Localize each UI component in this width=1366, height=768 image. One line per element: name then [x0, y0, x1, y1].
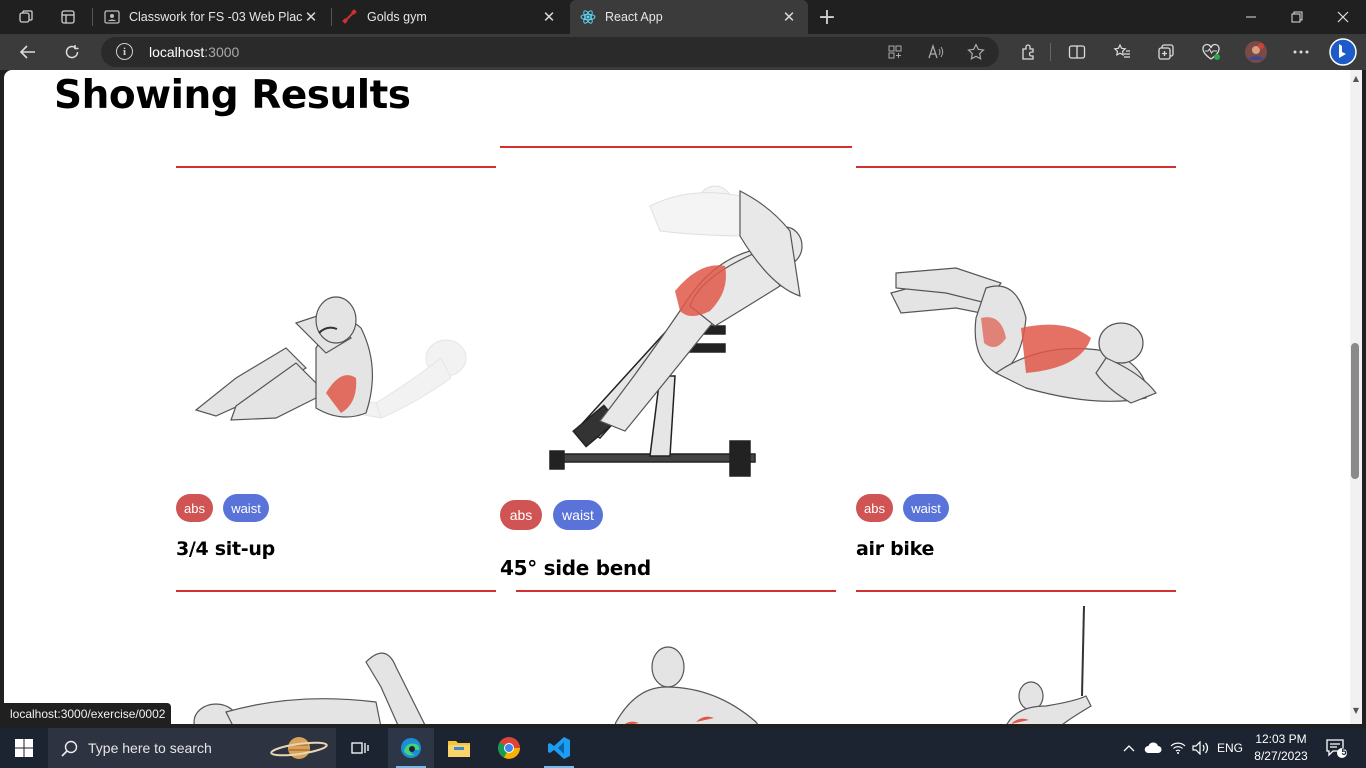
close-tab-icon[interactable]: ✕: [780, 8, 798, 26]
vertical-scrollbar[interactable]: ▲ ▼: [1350, 70, 1362, 724]
close-window-icon[interactable]: [1320, 0, 1366, 34]
browser-essentials-icon[interactable]: [1196, 34, 1226, 70]
url-host: localhost: [149, 44, 205, 60]
scroll-down-icon[interactable]: ▼: [1350, 706, 1362, 715]
favorite-star-icon[interactable]: [967, 37, 985, 67]
page-content: Showing Results abs waist 3/4 sit-up abs…: [4, 70, 1350, 724]
clock-time: 12:03 PM: [1255, 732, 1307, 746]
exercise-image: [194, 296, 467, 421]
onedrive-cloud-icon[interactable]: [1142, 728, 1164, 768]
close-tab-icon[interactable]: ✕: [540, 8, 558, 26]
tag-pill[interactable]: abs: [176, 494, 213, 522]
exercise-name: 45° side bend: [500, 556, 651, 580]
url-port: :3000: [204, 44, 240, 60]
tab-title: Golds gym: [367, 10, 427, 24]
close-tab-icon[interactable]: ✕: [302, 8, 320, 26]
taskbar-chrome-icon[interactable]: [486, 728, 532, 768]
site-info-icon[interactable]: i: [116, 43, 133, 60]
taskbar-file-explorer-icon[interactable]: [436, 728, 482, 768]
exercise-card[interactable]: [856, 590, 1176, 724]
exercise-image: [193, 652, 426, 724]
wifi-icon[interactable]: [1168, 728, 1188, 768]
read-aloud-icon[interactable]: [927, 37, 945, 67]
favorites-icon[interactable]: [1107, 34, 1137, 70]
tag-pill[interactable]: abs: [856, 494, 893, 522]
tab-actions-icon[interactable]: [54, 0, 82, 34]
search-placeholder: Type here to search: [88, 740, 212, 756]
tab-title: Classwork for FS -03 Web Placem: [129, 10, 302, 24]
minimize-icon[interactable]: [1228, 0, 1274, 34]
exercise-card[interactable]: [176, 590, 496, 724]
tab-golds-gym[interactable]: Golds gym ✕: [332, 0, 568, 34]
taskbar-vscode-icon[interactable]: [536, 728, 582, 768]
page-title: Showing Results: [54, 73, 411, 118]
url-text: localhost:3000: [149, 44, 239, 60]
exercise-card[interactable]: [516, 590, 836, 724]
refresh-icon[interactable]: [58, 34, 86, 70]
tag-pill[interactable]: waist: [903, 494, 949, 522]
windows-taskbar: Type here to search ENG 12:03 PM 8/27/20…: [0, 728, 1366, 768]
tab-separator: [92, 8, 93, 26]
profile-avatar[interactable]: [1241, 34, 1271, 70]
exercise-card[interactable]: abs waist 3/4 sit-up: [176, 166, 496, 592]
search-icon: [61, 740, 78, 757]
exercise-image: [549, 185, 803, 477]
back-icon[interactable]: [14, 34, 42, 70]
react-logo-icon: [580, 9, 596, 25]
bing-copilot-icon[interactable]: [1326, 34, 1360, 70]
browser-tab-bar: Classwork for FS -03 Web Placem ✕ Golds …: [0, 0, 1366, 34]
dumbbell-icon: [342, 9, 358, 25]
taskbar-search-box[interactable]: Type here to search: [48, 728, 336, 768]
tag-pill[interactable]: abs: [500, 500, 542, 530]
exercise-card[interactable]: abs waist air bike: [856, 166, 1176, 592]
notification-center-icon[interactable]: 5: [1322, 728, 1350, 768]
tab-react-app[interactable]: React App ✕: [570, 0, 808, 34]
windows-start-icon[interactable]: [0, 728, 48, 768]
tab-classwork[interactable]: Classwork for FS -03 Web Placem ✕: [94, 0, 330, 34]
toolbar-separator: [1050, 43, 1051, 61]
new-tab-button[interactable]: +: [814, 0, 840, 34]
taskbar-edge-icon[interactable]: [388, 728, 434, 768]
extensions-icon[interactable]: [1014, 34, 1044, 70]
link-status-url: localhost:3000/exercise/0002: [4, 703, 172, 724]
app-available-icon[interactable]: [887, 37, 903, 67]
volume-icon[interactable]: [1190, 728, 1212, 768]
browser-toolbar: i localhost:3000: [0, 34, 1366, 70]
collections-icon[interactable]: [1151, 34, 1181, 70]
taskbar-clock[interactable]: 12:03 PM 8/27/2023: [1238, 731, 1324, 765]
exercise-name: air bike: [856, 538, 935, 560]
exercise-image: [890, 267, 1157, 404]
classroom-icon: [104, 9, 120, 25]
saturn-highlight-icon: [270, 737, 328, 759]
address-bar[interactable]: i localhost:3000: [101, 37, 999, 67]
exercise-image: [1006, 606, 1092, 724]
exercise-name: 3/4 sit-up: [176, 538, 275, 560]
clock-date: 8/27/2023: [1254, 749, 1308, 763]
scroll-up-icon[interactable]: ▲: [1350, 74, 1362, 83]
restore-icon[interactable]: [1274, 0, 1320, 34]
tag-pill[interactable]: waist: [553, 500, 603, 530]
show-hidden-icons-chevron-icon[interactable]: [1120, 728, 1138, 768]
notification-count: 5: [1341, 747, 1347, 757]
tab-title: React App: [605, 10, 663, 24]
tag-pill[interactable]: waist: [223, 494, 269, 522]
exercise-image: [614, 646, 759, 724]
settings-more-icon[interactable]: [1286, 34, 1316, 70]
scrollbar-thumb[interactable]: [1351, 343, 1359, 479]
split-screen-icon[interactable]: [1062, 34, 1092, 70]
exercise-card[interactable]: abs waist 45° side bend: [500, 146, 852, 592]
workspaces-icon[interactable]: [12, 0, 40, 34]
task-view-icon[interactable]: [340, 728, 380, 768]
